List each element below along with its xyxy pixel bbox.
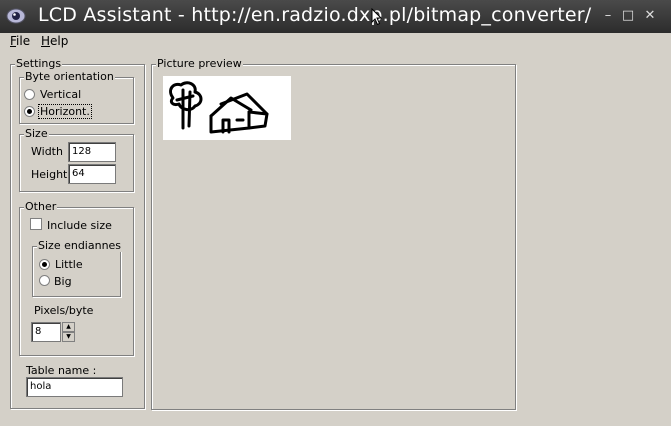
include-size-checkbox[interactable]	[30, 218, 42, 230]
vertical-radio[interactable]	[24, 89, 35, 100]
include-size-label[interactable]: Include size	[47, 219, 112, 232]
big-radio[interactable]	[39, 275, 50, 286]
width-field[interactable]: 128	[68, 142, 116, 162]
preview-drawing	[169, 81, 269, 134]
title-bar[interactable]: LCD Assistant - http://en.radzio.dxp.pl/…	[0, 0, 671, 33]
pixels-per-byte-label: Pixels/byte	[34, 304, 94, 317]
picture-preview-legend: Picture preview	[156, 57, 243, 70]
table-name-label: Table name :	[26, 364, 97, 377]
size-endianness-group: Size endiannes	[32, 239, 123, 297]
menu-bar: File Help	[0, 33, 671, 51]
spin-down-button[interactable]: ▼	[62, 332, 75, 342]
window-title: LCD Assistant - http://en.radzio.dxp.pl/…	[38, 4, 592, 26]
horizontal-radio[interactable]	[24, 106, 35, 117]
up-arrow-icon: ▲	[66, 323, 71, 330]
other-legend: Other	[24, 200, 58, 213]
width-label: Width	[31, 145, 63, 158]
vertical-label[interactable]: Vertical	[40, 88, 81, 101]
little-radio[interactable]	[39, 259, 50, 270]
byte-orientation-legend: Byte orientation	[24, 70, 115, 83]
size-endianness-legend: Size endiannes	[37, 239, 123, 252]
preview-bitmap	[163, 76, 291, 140]
minimize-button[interactable]: –	[598, 6, 618, 26]
size-legend: Size	[24, 127, 49, 140]
spin-up-button[interactable]: ▲	[62, 322, 75, 332]
table-name-field[interactable]: hola	[26, 377, 123, 397]
close-button[interactable]: ✕	[640, 6, 660, 26]
mouse-cursor-icon	[371, 8, 383, 26]
menu-help[interactable]: Help	[41, 34, 68, 48]
pixels-per-byte-field[interactable]: 8	[31, 322, 61, 342]
horizontal-label[interactable]: Horizont.	[38, 104, 92, 119]
maximize-button[interactable]: □	[618, 6, 638, 26]
big-label[interactable]: Big	[54, 275, 72, 288]
settings-legend: Settings	[15, 57, 63, 70]
height-label: Height	[31, 168, 68, 181]
app-eye-icon	[6, 8, 26, 24]
height-field[interactable]: 64	[68, 164, 116, 184]
down-arrow-icon: ▼	[66, 333, 71, 340]
little-label[interactable]: Little	[55, 258, 83, 271]
menu-file[interactable]: File	[10, 34, 30, 48]
